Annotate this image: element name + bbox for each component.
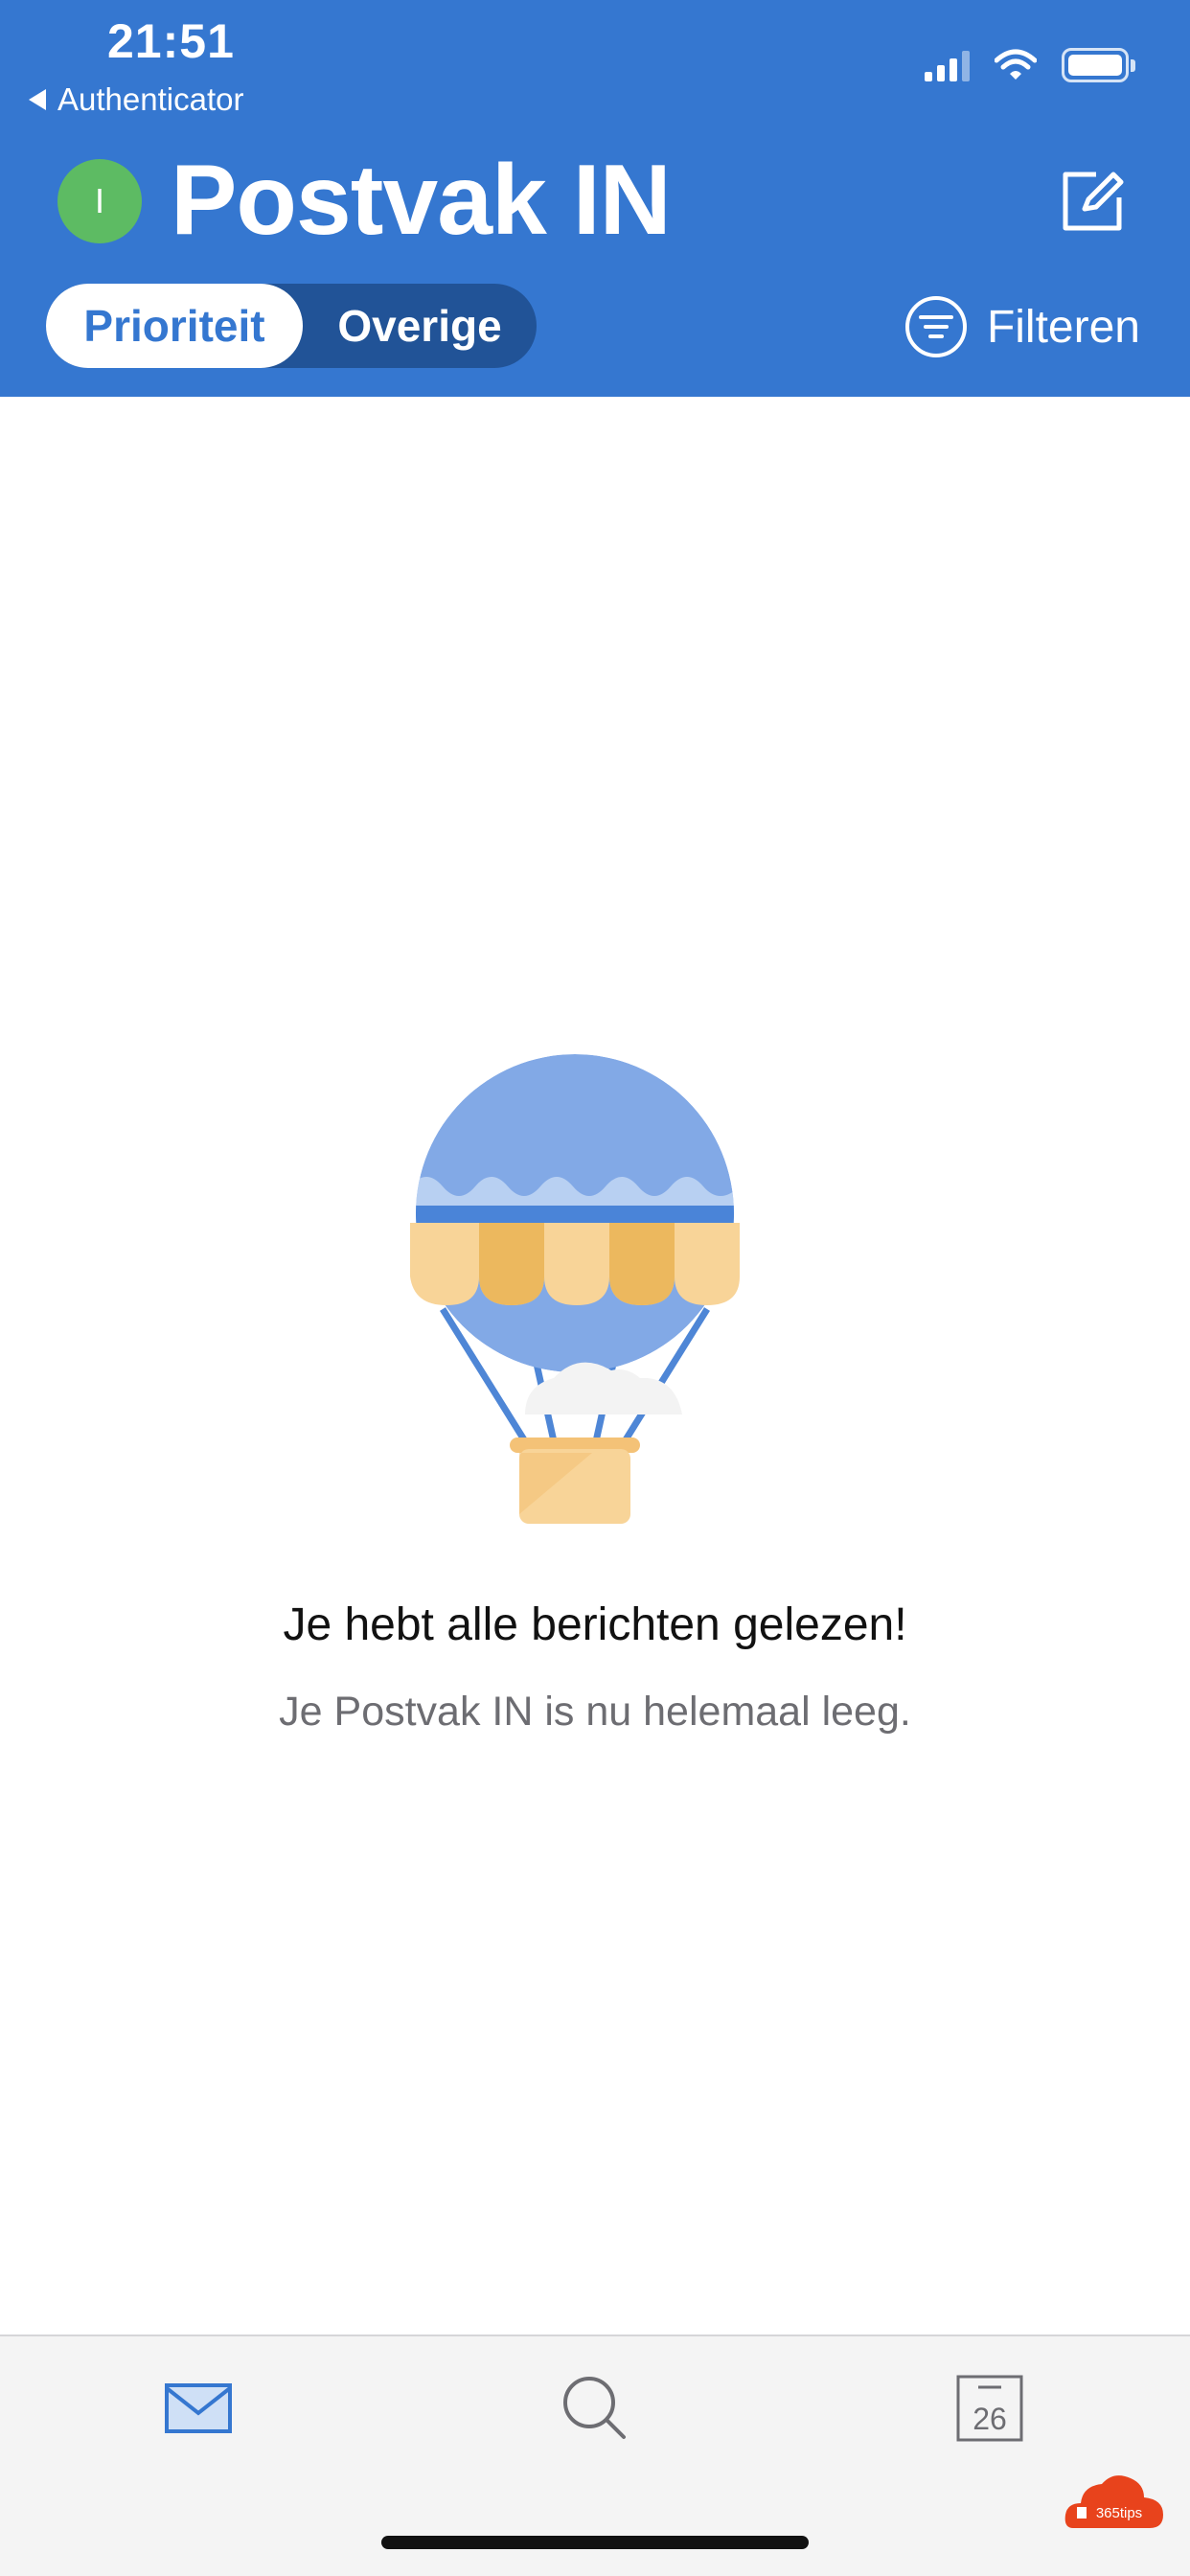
compose-icon <box>1063 172 1124 231</box>
status-icons <box>925 46 1135 84</box>
filter-icon <box>904 296 967 357</box>
tab-search[interactable] <box>552 2365 638 2451</box>
calendar-day-number: 26 <box>973 2402 1007 2436</box>
mail-icon <box>165 2383 232 2433</box>
tab-calendar[interactable]: 26 <box>947 2365 1033 2451</box>
back-arrow-icon <box>29 89 46 110</box>
filter-label: Filteren <box>986 301 1140 353</box>
filter-button[interactable]: Filteren <box>904 293 1140 360</box>
back-app-label: Authenticator <box>57 81 244 117</box>
cellular-signal-icon <box>925 49 970 81</box>
calendar-icon: 26 <box>956 2375 1023 2442</box>
battery-icon <box>1062 48 1135 82</box>
page-title: Postvak IN <box>171 145 672 256</box>
tab-prioriteit[interactable]: Prioriteit <box>46 284 303 368</box>
empty-state-title: Je hebt alle berichten gelezen! <box>283 1599 907 1650</box>
tab-overige[interactable]: Overige <box>303 284 537 368</box>
watermark-text: 365tips <box>1096 2505 1142 2521</box>
outlook-inbox-screen: 21:51 Authenticator I Postvak IN Priorit… <box>0 0 1190 2576</box>
compose-button[interactable] <box>1054 163 1131 240</box>
365tips-watermark-logo: 365tips <box>1064 2475 1163 2528</box>
tab-mail[interactable] <box>155 2365 241 2451</box>
back-to-app-link[interactable]: Authenticator <box>29 79 243 121</box>
home-indicator <box>381 2536 809 2549</box>
hot-air-balloon-illustration <box>410 1054 740 1524</box>
header: 21:51 Authenticator I Postvak IN Priorit… <box>0 0 1190 397</box>
wifi-icon <box>995 49 1037 80</box>
status-time: 21:51 <box>107 14 235 68</box>
account-avatar[interactable]: I <box>57 159 142 243</box>
inbox-tab-switcher: Prioriteit Overige <box>46 284 537 368</box>
empty-state-subtitle: Je Postvak IN is nu helemaal leeg. <box>279 1689 911 1735</box>
search-icon <box>563 2377 626 2439</box>
